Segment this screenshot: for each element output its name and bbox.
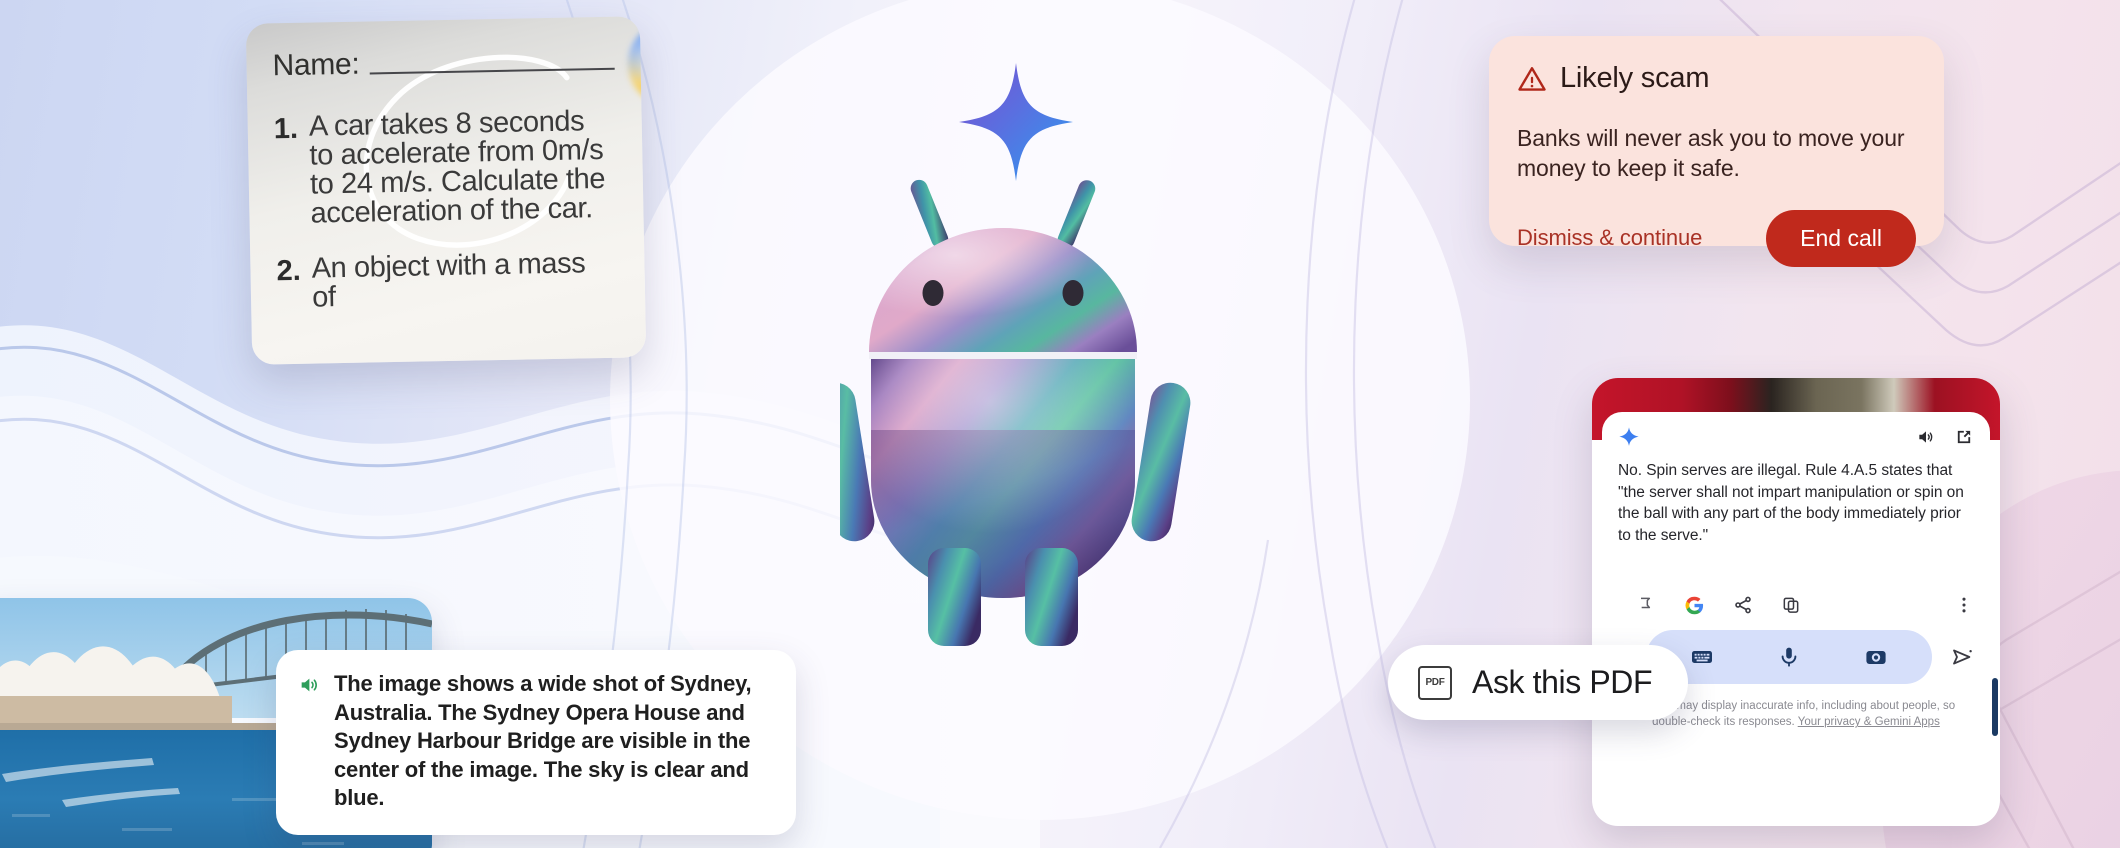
scene-canvas: Name: 1. A car takes 8 seconds to accele… bbox=[0, 0, 2120, 848]
question-text: An object with a mass of bbox=[311, 247, 586, 314]
pdf-input-pill[interactable] bbox=[1646, 629, 1932, 684]
gemini-pdf-answer-card[interactable]: No. Spin serves are illegal. Rule 4.A.5 … bbox=[1592, 378, 2000, 826]
worksheet-question-list: 1. A car takes 8 seconds to accelerate f… bbox=[273, 105, 619, 314]
pdf-card-toolbar bbox=[1618, 426, 1974, 448]
question-number: 2. bbox=[276, 254, 302, 288]
pdf-card-body: No. Spin serves are illegal. Rule 4.A.5 … bbox=[1602, 412, 1990, 818]
scam-warning-card[interactable]: Likely scam Banks will never ask you to … bbox=[1489, 36, 1944, 267]
android-arm-right bbox=[1131, 382, 1191, 542]
worksheet-name-label: Name: bbox=[272, 47, 360, 83]
android-leg-left bbox=[928, 548, 981, 646]
volume-speaker-icon[interactable] bbox=[1916, 427, 1936, 447]
scam-title: Likely scam bbox=[1560, 62, 1710, 94]
scam-header: Likely scam bbox=[1517, 62, 1916, 95]
question-number: 1. bbox=[273, 112, 299, 146]
pdf-scrollbar[interactable] bbox=[1992, 678, 1998, 736]
scam-action-row: Dismiss & continue End call bbox=[1517, 209, 1916, 267]
android-eye-right bbox=[1062, 280, 1084, 306]
more-vert-icon[interactable] bbox=[1954, 595, 1974, 615]
google-g-icon[interactable] bbox=[1684, 595, 1705, 616]
keyboard-icon[interactable] bbox=[1690, 645, 1714, 669]
volume-speaker-icon[interactable] bbox=[298, 674, 320, 696]
scam-body-text: Banks will never ask you to move your mo… bbox=[1517, 125, 1905, 182]
sydney-caption-text: The image shows a wide shot of Sydney, A… bbox=[334, 671, 752, 811]
android-eye-left bbox=[922, 280, 944, 306]
pdf-privacy-link[interactable]: Your privacy & Gemini Apps bbox=[1798, 716, 1940, 728]
open-in-new-icon[interactable] bbox=[1954, 427, 1974, 447]
pin-icon[interactable] bbox=[1636, 595, 1656, 615]
pdf-answer-text: No. Spin serves are illegal. Rule 4.A.5 … bbox=[1618, 462, 1964, 545]
worksheet-question: 2. An object with a mass of bbox=[276, 247, 619, 314]
pdf-toolbar-right bbox=[1916, 427, 1974, 447]
worksheet-name-row: Name: bbox=[272, 43, 615, 84]
worksheet-name-blank bbox=[369, 67, 615, 75]
ask-this-pdf-label: Ask this PDF bbox=[1472, 664, 1653, 700]
gemini-sparkle-icon bbox=[959, 63, 1073, 181]
microphone-icon[interactable] bbox=[1777, 645, 1801, 669]
gemini-sparkle-icon bbox=[1619, 427, 1639, 446]
warning-triangle-icon bbox=[1518, 66, 1546, 91]
android-leg-right bbox=[1025, 548, 1078, 646]
dismiss-and-continue-button[interactable]: Dismiss & continue bbox=[1517, 225, 1702, 251]
sydney-description-card[interactable]: The image shows a wide shot of Sydney, A… bbox=[276, 650, 796, 835]
homework-worksheet-card[interactable]: Name: 1. A car takes 8 seconds to accele… bbox=[245, 16, 647, 365]
ask-this-pdf-button[interactable]: PDF Ask this PDF bbox=[1388, 645, 1689, 720]
copy-icon[interactable] bbox=[1781, 595, 1801, 615]
worksheet-question: 1. A car takes 8 seconds to accelerate f… bbox=[273, 105, 617, 230]
send-icon[interactable] bbox=[1950, 645, 1974, 669]
end-call-button[interactable]: End call bbox=[1766, 209, 1916, 267]
question-text: A car takes 8 seconds to accelerate from… bbox=[308, 105, 606, 230]
android-robot-mascot bbox=[815, 60, 1260, 760]
share-icon[interactable] bbox=[1733, 595, 1753, 615]
pdf-action-icon-row bbox=[1618, 595, 1974, 616]
camera-icon[interactable] bbox=[1864, 645, 1888, 669]
pdf-document-icon: PDF bbox=[1418, 665, 1452, 700]
